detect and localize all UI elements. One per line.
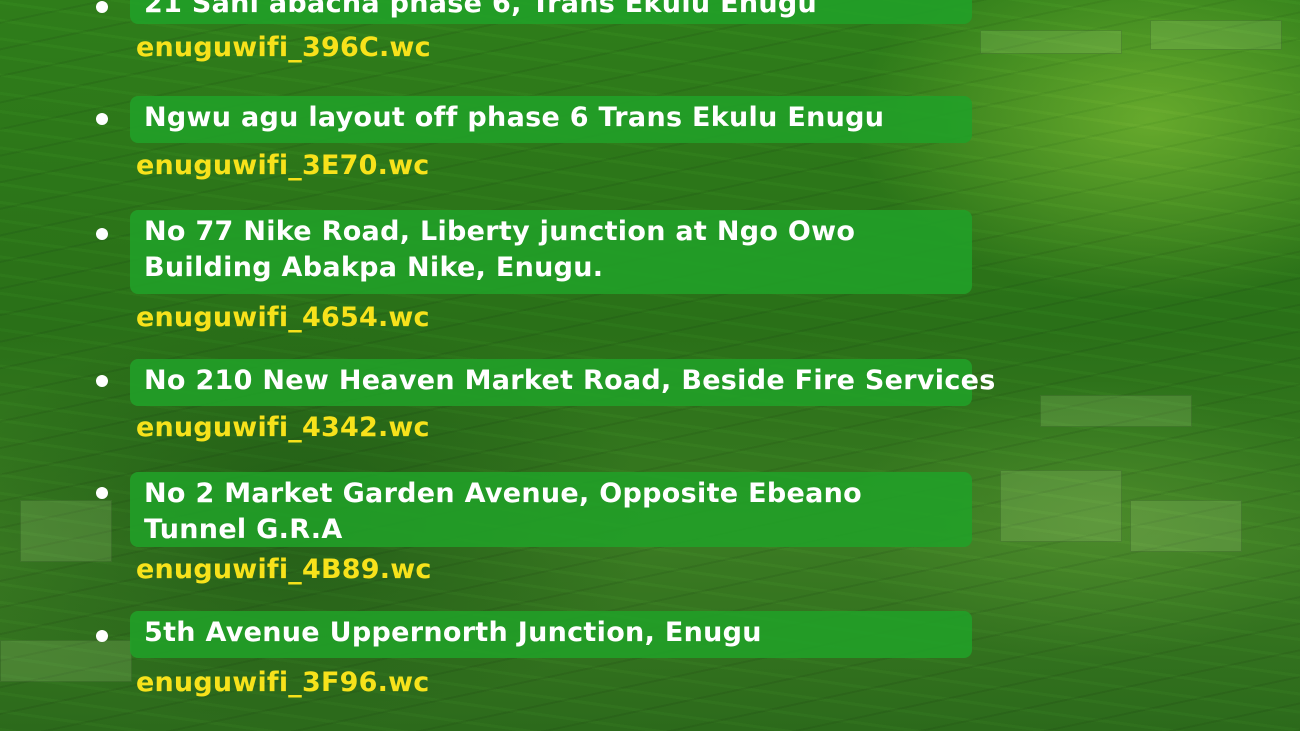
wifi-ssid: enuguwifi_4654.wc bbox=[136, 302, 430, 333]
bullet-icon bbox=[96, 228, 108, 240]
address-text: No 2 Market Garden Avenue, Opposite Ebea… bbox=[144, 478, 862, 545]
address-text: No 77 Nike Road, Liberty junction at Ngo… bbox=[144, 216, 856, 283]
address-text: Ngwu agu layout off phase 6 Trans Ekulu … bbox=[144, 102, 885, 133]
address-text: 21 Sani abacha phase 6, Trans Ekulu Enug… bbox=[144, 0, 818, 19]
wifi-ssid: enuguwifi_396C.wc bbox=[136, 32, 431, 63]
wifi-ssid: enuguwifi_3E70.wc bbox=[136, 150, 430, 181]
bullet-icon bbox=[96, 487, 108, 499]
address-text: 5th Avenue Uppernorth Junction, Enugu bbox=[144, 617, 762, 648]
wifi-location-list: 21 Sani abacha phase 6, Trans Ekulu Enug… bbox=[0, 0, 1300, 731]
address-box: 21 Sani abacha phase 6, Trans Ekulu Enug… bbox=[130, 0, 972, 24]
address-text: No 210 New Heaven Market Road, Beside Fi… bbox=[144, 365, 996, 396]
wifi-ssid: enuguwifi_4342.wc bbox=[136, 412, 430, 443]
address-box: No 210 New Heaven Market Road, Beside Fi… bbox=[130, 359, 995, 406]
address-box: Ngwu agu layout off phase 6 Trans Ekulu … bbox=[130, 96, 972, 143]
bullet-icon bbox=[96, 113, 108, 125]
bullet-icon bbox=[96, 1, 108, 13]
bullet-icon bbox=[96, 630, 108, 642]
address-box: No 77 Nike Road, Liberty junction at Ngo… bbox=[130, 210, 972, 294]
bullet-icon bbox=[96, 375, 108, 387]
wifi-ssid: enuguwifi_4B89.wc bbox=[136, 554, 432, 585]
wifi-ssid: enuguwifi_3F96.wc bbox=[136, 667, 430, 698]
address-box: No 2 Market Garden Avenue, Opposite Ebea… bbox=[130, 472, 972, 547]
address-box: 5th Avenue Uppernorth Junction, Enugu bbox=[130, 611, 972, 658]
